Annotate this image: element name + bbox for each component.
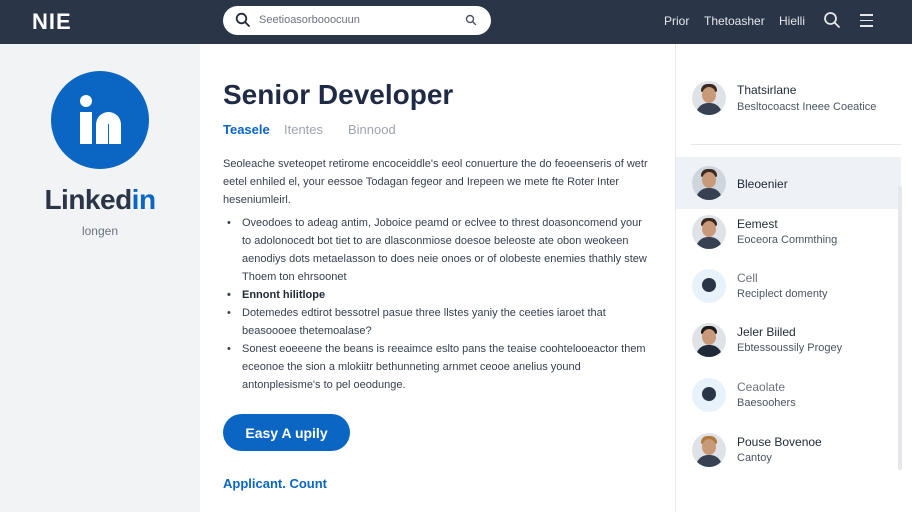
linkedin-logo-icon bbox=[51, 71, 149, 169]
nav-item-thetoasher[interactable]: Thetoasher bbox=[704, 14, 765, 28]
connection-subtitle: Eoceora Commthing bbox=[737, 234, 838, 246]
connection-item[interactable]: Pouse Bovenoe Cantoy bbox=[676, 424, 901, 476]
avatar bbox=[692, 323, 726, 357]
connection-item[interactable]: Ceaolate Baesoohers bbox=[676, 369, 901, 421]
menu-icon[interactable] bbox=[860, 14, 873, 31]
nav-search-icon[interactable] bbox=[823, 11, 841, 29]
company-icon bbox=[692, 378, 726, 412]
requirement-item: Dotemedes edtirot bessotrel pasue three … bbox=[223, 304, 648, 340]
requirement-item: Oveodoes to adeag antim, Joboice peamd o… bbox=[223, 214, 648, 286]
requirement-item: Sonest eoeeene the beans is reeaimce esl… bbox=[223, 340, 648, 394]
tab-itentes[interactable]: Itentes bbox=[284, 122, 323, 137]
app-brand[interactable]: NIE bbox=[32, 9, 72, 35]
connection-subtitle: Cantoy bbox=[737, 452, 772, 464]
avatar bbox=[692, 433, 726, 467]
connection-name: Bleoenier bbox=[737, 177, 788, 191]
connection-name: Ceaolate bbox=[737, 380, 786, 394]
connection-name: Cell bbox=[737, 271, 758, 285]
company-icon bbox=[692, 269, 726, 303]
connection-name: Pouse Bovenoe bbox=[737, 435, 822, 449]
brand-subtitle: longen bbox=[81, 224, 119, 238]
avatar bbox=[692, 166, 726, 200]
profile-subtitle: Besltocoacst Ineee Coeatice bbox=[737, 101, 877, 113]
profile-card[interactable]: Thatsirlane Besltocoacst Ineee Coeatice bbox=[676, 72, 912, 132]
applicant-count-link[interactable]: Applicant. Count bbox=[223, 476, 327, 491]
right-sidebar: Thatsirlane Besltocoacst Ineee Coeatice … bbox=[675, 44, 912, 512]
tab-binnood[interactable]: Binnood bbox=[348, 122, 396, 137]
connection-subtitle: Reciplect domenty bbox=[737, 288, 828, 300]
connection-subtitle: Baesoohers bbox=[737, 397, 796, 409]
connection-subtitle: Ebtessoussily Progey bbox=[737, 342, 843, 354]
tab-teasele[interactable]: Teasele bbox=[223, 122, 270, 137]
brand-wordmark: Linkedin bbox=[44, 184, 156, 215]
left-sidebar: Linkedin longen bbox=[0, 44, 200, 512]
nav-item-hielli[interactable]: Hielli bbox=[779, 14, 805, 28]
divider bbox=[691, 144, 901, 145]
requirement-item: Ennont hilitlope bbox=[223, 286, 648, 304]
job-description: Seoleache sveteopet retirome encoceiddle… bbox=[223, 158, 648, 206]
profile-name: Thatsirlane bbox=[737, 83, 797, 97]
search-placeholder: Seetioasorbooocuun bbox=[259, 14, 360, 26]
connection-item[interactable]: Bleoenier bbox=[676, 157, 901, 209]
job-title: Senior Developer bbox=[223, 79, 454, 110]
job-detail-panel: Senior Developer Teasele Itentes Binnood… bbox=[200, 44, 675, 512]
easy-apply-button[interactable]: Easy A upily bbox=[223, 414, 350, 451]
connection-item[interactable]: Jeler Biiled Ebtessoussily Progey bbox=[676, 314, 901, 366]
scrollbar[interactable] bbox=[898, 186, 902, 470]
connection-name: Eemest bbox=[737, 217, 778, 231]
search-icon bbox=[235, 12, 250, 27]
search-submit-icon[interactable] bbox=[465, 14, 477, 26]
connection-item[interactable]: Eemest Eoceora Commthing bbox=[676, 206, 901, 258]
avatar bbox=[692, 215, 726, 249]
search-bar[interactable]: Seetioasorbooocuun bbox=[223, 6, 491, 35]
connection-name: Jeler Biiled bbox=[737, 325, 796, 339]
connection-item[interactable]: Cell Reciplect domenty bbox=[676, 260, 901, 312]
job-requirements-list: Oveodoes to adeag antim, Joboice peamd o… bbox=[223, 214, 648, 394]
top-navbar: NIE Seetioasorbooocuun Prior Thetoasher … bbox=[0, 0, 912, 44]
profile-avatar bbox=[692, 81, 726, 115]
nav-item-prior[interactable]: Prior bbox=[664, 14, 689, 28]
